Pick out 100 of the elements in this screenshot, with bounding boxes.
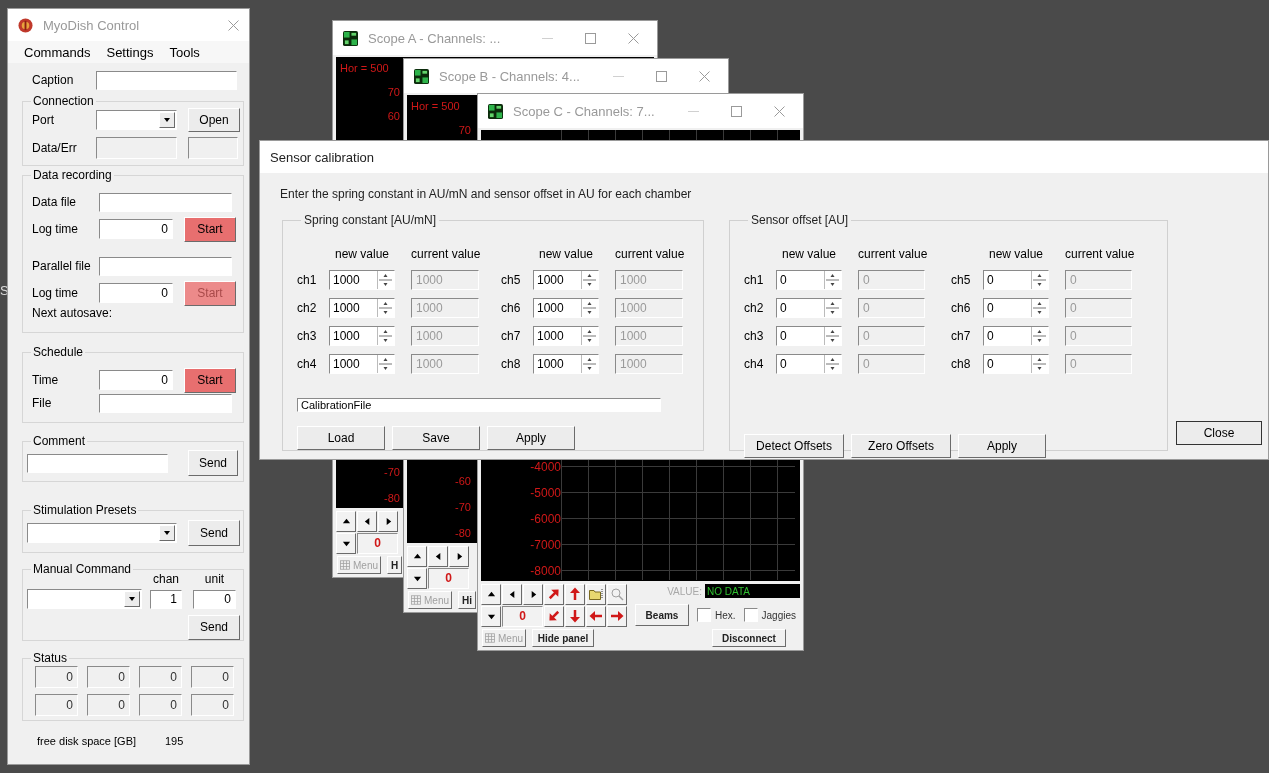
- action-button[interactable]: Save: [392, 426, 480, 450]
- action-button[interactable]: Load: [297, 426, 385, 450]
- group-label: Sensor offset [AU]: [750, 213, 850, 227]
- spin-field[interactable]: 0: [776, 325, 842, 346]
- text-field[interactable]: [99, 393, 232, 413]
- maximize-icon[interactable]: [585, 32, 596, 44]
- disconnect-button[interactable]: Disconnect: [712, 629, 786, 647]
- spinner-icon: [1031, 298, 1048, 317]
- spin-field[interactable]: 0: [983, 297, 1049, 318]
- checkbox[interactable]: [697, 608, 711, 622]
- channel-label: ch4: [744, 356, 765, 371]
- beams-button[interactable]: Beams: [635, 604, 689, 626]
- up-arrow-icon: [568, 587, 582, 601]
- close-icon[interactable]: [699, 70, 710, 82]
- column-header: current value: [857, 247, 925, 261]
- send-button[interactable]: Send: [188, 520, 240, 546]
- current-value-field: 0: [858, 325, 925, 346]
- spin-field[interactable]: 0: [776, 297, 842, 318]
- send-button[interactable]: Send: [188, 614, 240, 640]
- up-button[interactable]: [565, 583, 585, 605]
- diagonal-arrow-icon: [547, 587, 561, 601]
- action-button[interactable]: Apply: [487, 426, 575, 450]
- scroll-down-button[interactable]: [481, 605, 501, 627]
- close-icon[interactable]: [774, 105, 785, 117]
- expand-button[interactable]: [544, 583, 564, 605]
- hide-panel-button[interactable]: H: [387, 556, 402, 574]
- scroll-up-button[interactable]: [481, 583, 501, 605]
- left-button[interactable]: [586, 605, 606, 627]
- zoom-button[interactable]: [607, 583, 627, 605]
- start-button[interactable]: Start: [184, 216, 236, 242]
- field-label: Port: [32, 113, 55, 127]
- scroll-right-button[interactable]: [523, 583, 543, 605]
- spinner-icon: [581, 354, 598, 373]
- axis-tick-label: -80: [383, 491, 400, 505]
- close-button[interactable]: Close: [1176, 421, 1262, 445]
- scroll-up-button[interactable]: [407, 545, 427, 567]
- text-field[interactable]: 1: [150, 589, 182, 609]
- menu-item[interactable]: Tools: [169, 44, 200, 60]
- dropdown[interactable]: [27, 589, 142, 609]
- scroll-right-button[interactable]: [378, 510, 398, 532]
- shrink-button[interactable]: [544, 605, 564, 627]
- disk-space-label: free disk space [GB]: [37, 735, 138, 747]
- capture-button[interactable]: [586, 583, 606, 605]
- folder-icon: [588, 588, 604, 600]
- spin-field[interactable]: 1000: [533, 325, 599, 346]
- text-field[interactable]: [96, 70, 237, 90]
- channel-label: ch8: [501, 356, 522, 371]
- action-button[interactable]: Detect Offsets: [744, 434, 844, 458]
- spin-field[interactable]: 1000: [329, 297, 395, 318]
- start-button[interactable]: Start: [184, 367, 236, 393]
- open-button[interactable]: Open: [188, 108, 240, 132]
- scroll-left-button[interactable]: [502, 583, 522, 605]
- spin-field[interactable]: 1000: [329, 269, 395, 290]
- field-label: Caption: [32, 73, 75, 87]
- comment-field[interactable]: [27, 453, 168, 473]
- right-button[interactable]: [607, 605, 627, 627]
- menu-item[interactable]: Settings: [106, 44, 154, 60]
- send-button[interactable]: Send: [188, 450, 238, 476]
- text-field[interactable]: [99, 256, 232, 276]
- up-triangle-icon: [341, 516, 351, 526]
- spin-field[interactable]: 1000: [329, 325, 395, 346]
- spin-field[interactable]: 1000: [329, 353, 395, 374]
- text-field[interactable]: 0: [99, 219, 173, 239]
- spin-field[interactable]: 0: [776, 269, 842, 290]
- current-value-field: 1000: [411, 353, 479, 374]
- spin-field[interactable]: 0: [983, 269, 1049, 290]
- hide-panel-button[interactable]: Hide panel: [532, 629, 594, 647]
- close-icon[interactable]: [228, 19, 239, 31]
- file-name-field[interactable]: CalibrationFile: [297, 398, 661, 412]
- action-button[interactable]: Zero Offsets: [851, 434, 951, 458]
- maximize-icon[interactable]: [656, 70, 667, 82]
- action-button[interactable]: Apply: [958, 434, 1046, 458]
- status-field: 0: [139, 666, 182, 688]
- scroll-left-button[interactable]: [428, 545, 448, 567]
- spin-field[interactable]: 0: [983, 353, 1049, 374]
- hide-panel-button[interactable]: Hi: [458, 591, 476, 609]
- scroll-left-button[interactable]: [357, 510, 377, 532]
- scroll-right-button[interactable]: [449, 545, 469, 567]
- grid-icon: [340, 559, 350, 571]
- down-button[interactable]: [565, 605, 585, 627]
- text-field[interactable]: [99, 192, 232, 212]
- spin-field[interactable]: 1000: [533, 269, 599, 290]
- spin-field[interactable]: 1000: [533, 297, 599, 318]
- scroll-down-button[interactable]: [336, 532, 356, 554]
- text-field[interactable]: 0: [193, 589, 236, 609]
- caret-icon: [124, 591, 140, 607]
- spin-field[interactable]: 0: [776, 353, 842, 374]
- maximize-icon[interactable]: [731, 105, 742, 117]
- close-icon[interactable]: [628, 32, 639, 44]
- channel-label: ch3: [297, 328, 318, 343]
- dropdown[interactable]: [96, 110, 177, 130]
- axis-tick-label: -8000: [529, 564, 561, 578]
- text-field[interactable]: 0: [99, 370, 173, 390]
- checkbox[interactable]: [743, 608, 758, 622]
- menu-item[interactable]: Commands: [24, 44, 91, 60]
- dropdown[interactable]: [27, 523, 177, 543]
- scroll-down-button[interactable]: [407, 567, 427, 589]
- scroll-up-button[interactable]: [336, 510, 356, 532]
- spin-field[interactable]: 1000: [533, 353, 599, 374]
- spin-field[interactable]: 0: [983, 325, 1049, 346]
